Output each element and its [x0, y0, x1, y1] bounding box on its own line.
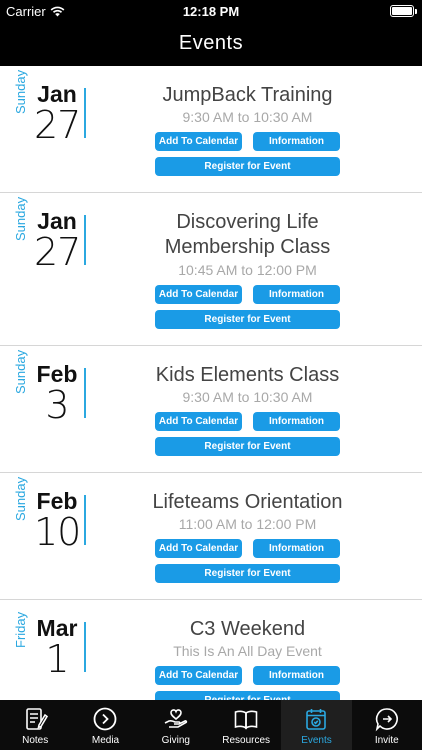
tab-resources[interactable]: Resources [211, 700, 281, 750]
event-card: Sunday Feb 3 Kids Elements Class 9:30 AM… [0, 346, 422, 473]
event-title: C3 Weekend [189, 618, 306, 640]
tab-label: Resources [222, 735, 271, 746]
event-title: Lifeteams Orientation [152, 491, 343, 513]
event-weekday: Friday [13, 611, 28, 648]
event-card: Sunday Feb 10 Lifeteams Orientation 11:0… [0, 473, 422, 600]
add-to-calendar-button[interactable]: Add To Calendar [155, 285, 242, 304]
event-day: 27 [34, 103, 81, 147]
invite-icon [375, 708, 398, 732]
event-day: 27 [34, 230, 81, 274]
date-divider [84, 368, 86, 418]
date-divider [84, 495, 86, 545]
tab-label: Giving [161, 735, 190, 746]
event-time: 10:45 AM to 12:00 PM [178, 262, 317, 278]
tab-label: Invite [374, 735, 399, 746]
event-date: Jan 27 [34, 209, 81, 274]
event-weekday: Sunday [13, 349, 28, 394]
event-date: Jan 27 [34, 82, 81, 147]
event-weekday: Sunday [13, 69, 28, 114]
event-card: Sunday Jan 27 Discovering Life Membershi… [0, 193, 422, 346]
date-divider [84, 215, 86, 265]
event-time: 9:30 AM to 10:30 AM [182, 109, 313, 125]
tab-invite[interactable]: Invite [352, 700, 422, 750]
event-weekday: Sunday [13, 196, 28, 241]
register-button[interactable]: Register for Event [155, 691, 340, 700]
event-weekday: Sunday [13, 476, 28, 521]
add-to-calendar-button[interactable]: Add To Calendar [155, 132, 242, 151]
date-divider [84, 622, 86, 672]
event-date: Feb 10 [34, 489, 81, 554]
tab-label: Media [91, 735, 120, 746]
event-card: Friday Mar 1 C3 Weekend This Is An All D… [0, 600, 422, 700]
event-title: Discovering Life Membership Class [164, 211, 331, 258]
event-title: Kids Elements Class [155, 364, 340, 386]
event-date: Mar 1 [34, 616, 80, 678]
event-title: JumpBack Training [162, 84, 333, 106]
event-day: 1 [45, 637, 69, 681]
battery-icon [390, 5, 417, 17]
information-button[interactable]: Information [253, 132, 340, 151]
event-day: 10 [34, 510, 81, 554]
tab-events[interactable]: Events [281, 700, 352, 750]
add-to-calendar-button[interactable]: Add To Calendar [155, 412, 242, 431]
register-button[interactable]: Register for Event [155, 310, 340, 329]
register-button[interactable]: Register for Event [155, 157, 340, 176]
information-button[interactable]: Information [253, 539, 340, 558]
page-title: Events [178, 32, 244, 54]
event-card: Sunday Jan 27 JumpBack Training 9:30 AM … [0, 66, 422, 193]
event-time: 11:00 AM to 12:00 PM [178, 516, 317, 532]
tab-media[interactable]: Media [70, 700, 140, 750]
information-button[interactable]: Information [253, 412, 340, 431]
status-time: 12:18 PM [182, 4, 240, 19]
status-bar: Carrier 12:18 PM [0, 0, 422, 24]
tab-label: Notes [22, 735, 49, 746]
nav-bar: Events [0, 24, 422, 66]
event-day: 3 [45, 383, 69, 427]
tab-label: Events [301, 735, 332, 746]
resources-icon [234, 710, 258, 730]
giving-icon [164, 709, 188, 728]
add-to-calendar-button[interactable]: Add To Calendar [155, 666, 242, 685]
date-divider [84, 88, 86, 138]
events-icon [306, 709, 327, 730]
event-date: Feb 3 [34, 362, 80, 424]
information-button[interactable]: Information [253, 666, 340, 685]
events-list[interactable]: Sunday Jan 27 JumpBack Training 9:30 AM … [0, 66, 422, 700]
information-button[interactable]: Information [253, 285, 340, 304]
register-button[interactable]: Register for Event [155, 437, 340, 456]
event-time: 9:30 AM to 10:30 AM [182, 389, 313, 405]
tab-notes[interactable]: Notes [0, 700, 70, 750]
notes-icon [26, 708, 49, 730]
add-to-calendar-button[interactable]: Add To Calendar [155, 539, 242, 558]
tab-bar: Notes Media Giving Resources Events Invi… [0, 700, 422, 750]
register-button[interactable]: Register for Event [155, 564, 340, 583]
tab-giving[interactable]: Giving [141, 700, 211, 750]
media-icon [94, 707, 117, 731]
event-time: This Is An All Day Event [173, 643, 322, 659]
